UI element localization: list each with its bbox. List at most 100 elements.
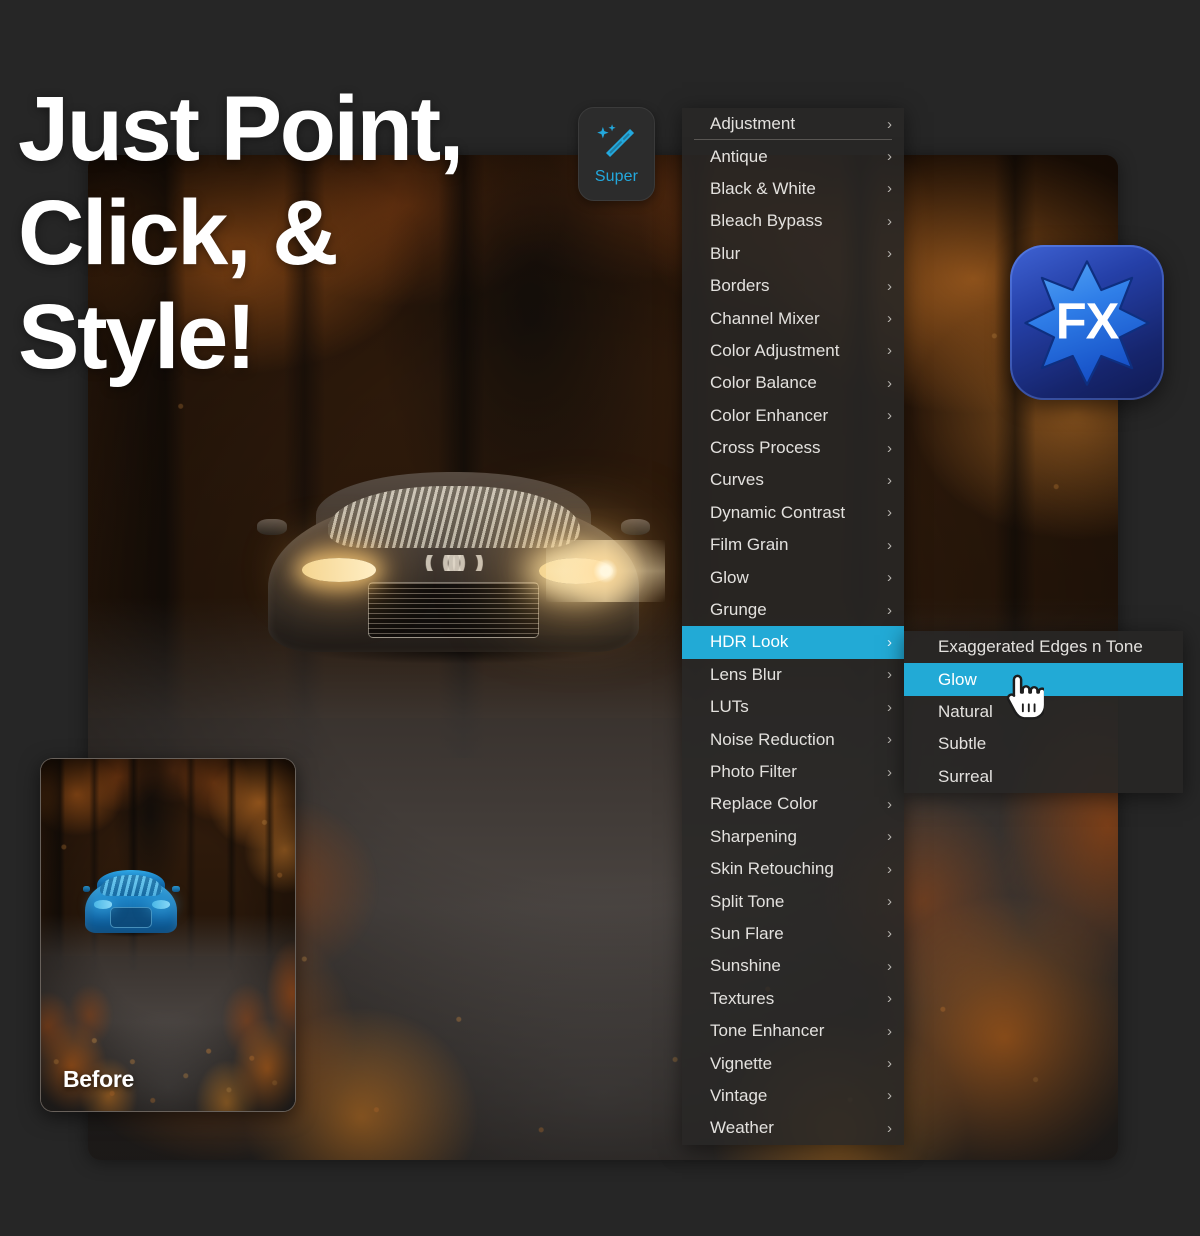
menu-item-label: Photo Filter bbox=[710, 762, 797, 781]
menu-item-blur[interactable]: Blur › bbox=[682, 238, 904, 270]
menu-item-label: Split Tone bbox=[710, 891, 785, 911]
chevron-right-icon: › bbox=[887, 180, 892, 198]
magic-wand-icon bbox=[596, 124, 634, 158]
page-headline: Just Point, Click, & Style! bbox=[18, 78, 464, 388]
menu-item-skin-retouching[interactable]: Skin Retouching › bbox=[682, 853, 904, 885]
chevron-right-icon: › bbox=[887, 342, 892, 360]
chevron-right-icon: › bbox=[887, 828, 892, 846]
menu-item-label: Replace Color bbox=[710, 794, 818, 814]
menu-item-tone-enhancer[interactable]: Tone Enhancer › bbox=[682, 1015, 904, 1047]
menu-item-grunge[interactable]: Grunge › bbox=[682, 594, 904, 626]
menu-item-label: Bleach Bypass bbox=[710, 211, 823, 231]
menu-item-vintage[interactable]: Vintage › bbox=[682, 1080, 904, 1112]
submenu-item-surreal[interactable]: Surreal bbox=[904, 761, 1183, 793]
menu-item-label: Vignette bbox=[710, 1053, 773, 1073]
chevron-right-icon: › bbox=[887, 471, 892, 489]
menu-item-label: Channel Mixer bbox=[710, 308, 820, 328]
before-label: Before bbox=[63, 1066, 135, 1092]
menu-item-textures[interactable]: Textures › bbox=[682, 983, 904, 1015]
chevron-right-icon: › bbox=[887, 925, 892, 943]
menu-item-label: Dynamic Contrast bbox=[710, 502, 846, 522]
menu-item-cross-process[interactable]: Cross Process › bbox=[682, 432, 904, 464]
chevron-right-icon: › bbox=[887, 115, 892, 133]
menu-item-label: Weather bbox=[710, 1118, 774, 1138]
chevron-right-icon: › bbox=[887, 633, 892, 651]
chevron-right-icon: › bbox=[887, 148, 892, 166]
chevron-right-icon: › bbox=[887, 893, 892, 911]
chevron-right-icon: › bbox=[887, 601, 892, 619]
menu-item-label: Noise Reduction bbox=[710, 729, 835, 749]
menu-item-label: Curves bbox=[710, 470, 764, 490]
menu-item-borders[interactable]: Borders › bbox=[682, 270, 904, 302]
menu-item-vignette[interactable]: Vignette › bbox=[682, 1047, 904, 1079]
chevron-right-icon: › bbox=[887, 957, 892, 975]
svg-text:FX: FX bbox=[1056, 292, 1120, 349]
menu-item-noise-reduction[interactable]: Noise Reduction › bbox=[682, 723, 904, 755]
fx-app-logo: FX bbox=[1010, 245, 1164, 400]
chevron-right-icon: › bbox=[887, 860, 892, 878]
menu-item-label: Lens Blur bbox=[710, 664, 782, 684]
chevron-right-icon: › bbox=[887, 374, 892, 392]
menu-item-label: Skin Retouching bbox=[710, 859, 834, 879]
submenu-item-natural[interactable]: Natural bbox=[904, 696, 1183, 728]
chevron-right-icon: › bbox=[887, 536, 892, 554]
menu-item-label: Tone Enhancer bbox=[710, 1021, 825, 1041]
menu-item-weather[interactable]: Weather › bbox=[682, 1112, 904, 1144]
menu-item-color-balance[interactable]: Color Balance › bbox=[682, 367, 904, 399]
chevron-right-icon: › bbox=[887, 277, 892, 295]
submenu-item-exaggerated-edges-n-tone[interactable]: Exaggerated Edges n Tone bbox=[904, 631, 1183, 663]
menu-item-replace-color[interactable]: Replace Color › bbox=[682, 788, 904, 820]
menu-item-label: Blur bbox=[710, 243, 741, 263]
menu-item-label: Color Enhancer bbox=[710, 405, 829, 425]
menu-item-film-grain[interactable]: Film Grain › bbox=[682, 529, 904, 561]
menu-item-sun-flare[interactable]: Sun Flare › bbox=[682, 918, 904, 950]
chevron-right-icon: › bbox=[887, 407, 892, 425]
menu-item-dynamic-contrast[interactable]: Dynamic Contrast › bbox=[682, 497, 904, 529]
menu-item-label: Adjustment bbox=[710, 114, 796, 134]
menu-item-luts[interactable]: LUTs › bbox=[682, 691, 904, 723]
chevron-right-icon: › bbox=[887, 990, 892, 1008]
menu-item-label: Cross Process bbox=[710, 438, 821, 458]
menu-item-bleach-bypass[interactable]: Bleach Bypass › bbox=[682, 205, 904, 237]
super-button[interactable]: Super bbox=[578, 107, 655, 201]
menu-item-label: Color Adjustment bbox=[710, 340, 840, 360]
chevron-right-icon: › bbox=[887, 212, 892, 230]
menu-item-label: Antique bbox=[710, 146, 768, 166]
menu-item-curves[interactable]: Curves › bbox=[682, 464, 904, 496]
chevron-right-icon: › bbox=[887, 731, 892, 749]
chevron-right-icon: › bbox=[887, 569, 892, 587]
menu-item-label: Color Balance bbox=[710, 373, 817, 393]
chevron-right-icon: › bbox=[887, 666, 892, 684]
chevron-right-icon: › bbox=[887, 795, 892, 813]
menu-item-label: Sharpening bbox=[710, 826, 797, 846]
menu-item-label: Film Grain bbox=[710, 535, 789, 555]
menu-item-split-tone[interactable]: Split Tone › bbox=[682, 885, 904, 917]
super-button-label: Super bbox=[594, 168, 639, 185]
chevron-right-icon: › bbox=[887, 763, 892, 781]
menu-item-label: HDR Look bbox=[710, 632, 789, 652]
menu-item-black-white[interactable]: Black & White › bbox=[682, 173, 904, 205]
menu-item-label: Grunge bbox=[710, 600, 767, 620]
menu-item-hdr-look[interactable]: HDR Look › bbox=[682, 626, 904, 659]
menu-item-adjustment[interactable]: Adjustment › bbox=[682, 108, 904, 141]
menu-item-glow[interactable]: Glow › bbox=[682, 561, 904, 593]
menu-item-sunshine[interactable]: Sunshine › bbox=[682, 950, 904, 982]
before-thumbnail[interactable]: Before bbox=[40, 758, 296, 1112]
menu-item-label: Black & White bbox=[710, 178, 816, 198]
stage: Just Point, Click, & Style! Super FX Adj… bbox=[0, 0, 1200, 1236]
chevron-right-icon: › bbox=[887, 504, 892, 522]
menu-item-sharpening[interactable]: Sharpening › bbox=[682, 821, 904, 853]
menu-item-color-enhancer[interactable]: Color Enhancer › bbox=[682, 400, 904, 432]
submenu-item-glow[interactable]: Glow bbox=[904, 663, 1183, 696]
chevron-right-icon: › bbox=[887, 1087, 892, 1105]
menu-item-label: Sunshine bbox=[710, 956, 781, 976]
effects-menu[interactable]: Adjustment › Antique › Black & White › Bleach … bbox=[682, 108, 904, 1145]
menu-item-channel-mixer[interactable]: Channel Mixer › bbox=[682, 302, 904, 334]
menu-item-photo-filter[interactable]: Photo Filter › bbox=[682, 756, 904, 788]
effects-submenu[interactable]: Exaggerated Edges n Tone Glow Natural Subtl… bbox=[904, 631, 1183, 793]
menu-item-lens-blur[interactable]: Lens Blur › bbox=[682, 659, 904, 691]
submenu-item-subtle[interactable]: Subtle bbox=[904, 728, 1183, 760]
menu-item-antique[interactable]: Antique › bbox=[682, 140, 904, 172]
menu-item-color-adjustment[interactable]: Color Adjustment › bbox=[682, 335, 904, 367]
menu-item-label: Glow bbox=[710, 567, 749, 587]
